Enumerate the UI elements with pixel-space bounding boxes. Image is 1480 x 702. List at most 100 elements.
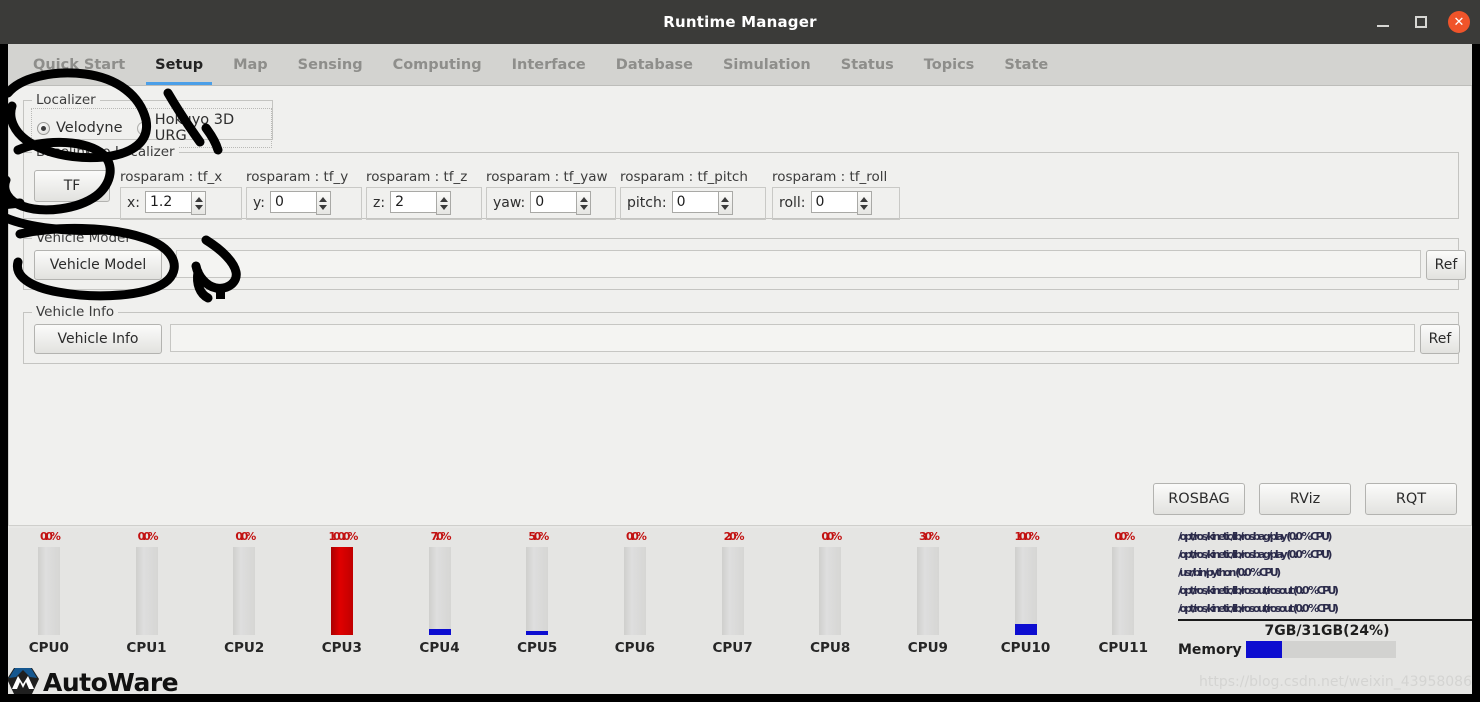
cpu-percent-label: 3.0% xyxy=(919,530,940,543)
tf-field-input[interactable] xyxy=(145,191,192,213)
tf-button[interactable]: TF xyxy=(34,170,110,202)
tab-setup[interactable]: Setup xyxy=(140,44,218,85)
cpu-bar xyxy=(916,547,939,635)
tab-computing[interactable]: Computing xyxy=(378,44,497,85)
tf-field-spinner[interactable] xyxy=(390,191,452,215)
cpu-percent-label: 7.0% xyxy=(430,530,452,543)
tf-field-input[interactable] xyxy=(269,191,316,213)
vehicle-info-ref-button[interactable]: Ref xyxy=(1420,324,1460,354)
cpu-bar-fill xyxy=(1014,623,1037,635)
tab-bar: Quick Start Setup Map Sensing Computing Inter… xyxy=(0,44,1480,86)
window-controls: ✕ xyxy=(1372,0,1470,44)
tf-field-label: x: xyxy=(127,195,141,211)
tf-field-input[interactable] xyxy=(390,191,437,213)
rosbag-button[interactable]: ROSBAG xyxy=(1153,483,1245,515)
vehicle-info-legend: Vehicle Info xyxy=(32,304,119,320)
localizer-radio-label: Hokuyo 3D URG xyxy=(154,112,235,144)
tf-field-input[interactable] xyxy=(530,191,577,213)
localizer-group: Localizer Velodyne Hokuyo 3D URG xyxy=(23,92,273,148)
localizer-radio-hokuyo-3d-urg[interactable]: Hokuyo 3D URG xyxy=(136,112,263,144)
tab-database[interactable]: Database xyxy=(601,44,708,85)
autoware-mark-icon xyxy=(7,668,39,694)
cpu-gauge-cpu6: 0.0% CPU6 xyxy=(586,528,684,664)
bottom-border xyxy=(0,694,1480,702)
vehicle-model-button[interactable]: Vehicle Model xyxy=(34,250,162,280)
spinner-arrows-icon[interactable] xyxy=(315,191,331,215)
tf-field-spinner[interactable] xyxy=(269,191,331,215)
cpu-percent-label: 0.0% xyxy=(626,530,647,543)
tf-field-spinner[interactable] xyxy=(530,191,592,215)
tab-status[interactable]: Status xyxy=(826,44,909,85)
tf-field-spinner[interactable] xyxy=(671,191,733,215)
cpu-bar xyxy=(623,547,646,635)
tf-field-title: rosparam : tf_x xyxy=(120,169,223,185)
cpu-name-label: CPU9 xyxy=(907,640,948,656)
tf-field-tf_pitch: rosparam : tf_pitch pitch: xyxy=(620,169,766,220)
cpu-name-label: CPU6 xyxy=(614,640,655,656)
rqt-button[interactable]: RQT xyxy=(1365,483,1457,515)
resource-monitor: 0.0% CPU0 0.0% CPU1 0.0% CPU2 100.0% CPU3 7.0% CP… xyxy=(0,528,1480,664)
cpu-bar xyxy=(428,547,451,635)
cpu-percent-label: 0.0% xyxy=(39,530,61,543)
tf-field-spinner[interactable] xyxy=(810,191,872,215)
tf-field-box: z: xyxy=(366,187,482,220)
tab-interface[interactable]: Interface xyxy=(497,44,601,85)
tf-field-label: yaw: xyxy=(493,195,526,211)
close-icon[interactable]: ✕ xyxy=(1448,11,1470,33)
vehicle-model-path-input[interactable] xyxy=(176,250,1421,278)
cpu-name-label: CPU7 xyxy=(712,640,753,656)
spinner-arrows-icon[interactable] xyxy=(436,191,452,215)
vehicle-model-group: Vehicle Model Vehicle Model Ref xyxy=(23,230,1466,290)
tab-state[interactable]: State xyxy=(989,44,1063,85)
title-bar: Runtime Manager ✕ xyxy=(0,0,1480,44)
tf-field-tf_x: rosparam : tf_x x: xyxy=(120,169,242,220)
cpu-gauge-cpu11: 0.0% CPU11 xyxy=(1074,528,1172,664)
tf-field-label: z: xyxy=(373,195,386,211)
cpu-gauge-cpu5: 5.0% CPU5 xyxy=(488,528,586,664)
tab-sensing[interactable]: Sensing xyxy=(283,44,378,85)
spinner-arrows-icon[interactable] xyxy=(576,191,592,215)
cpu-bar xyxy=(721,547,744,635)
memory-row: Memory xyxy=(1174,641,1480,658)
tf-field-title: rosparam : tf_y xyxy=(246,169,349,185)
cpu-gauge-cpu7: 2.0% CPU7 xyxy=(684,528,782,664)
cpu-gauge-cpu2: 0.0% CPU2 xyxy=(195,528,293,664)
tab-quick-start[interactable]: Quick Start xyxy=(18,44,140,85)
tab-simulation[interactable]: Simulation xyxy=(708,44,826,85)
radio-dot-icon xyxy=(136,121,149,135)
cpu-gauge-cpu9: 3.0% CPU9 xyxy=(879,528,977,664)
cpu-bar xyxy=(819,547,842,635)
cpu-bar xyxy=(233,547,256,635)
spinner-arrows-icon[interactable] xyxy=(191,191,207,215)
cpu-gauge-cpu1: 0.0% CPU1 xyxy=(98,528,196,664)
tab-topics[interactable]: Topics xyxy=(909,44,990,85)
tf-field-box: y: xyxy=(246,187,362,220)
tf-field-label: y: xyxy=(253,195,265,211)
vehicle-model-ref-button[interactable]: Ref xyxy=(1426,250,1466,280)
spinner-arrows-icon[interactable] xyxy=(856,191,872,215)
process-line: /opt/ros/kinetic/lib/rosbag/play (0.0 %C… xyxy=(1178,548,1332,561)
process-line: /opt/ros/kinetic/lib/rosout/rosout (0.0 … xyxy=(1178,602,1339,615)
rviz-button[interactable]: RViz xyxy=(1259,483,1351,515)
spinner-arrows-icon[interactable] xyxy=(717,191,733,215)
cpu-gauge-cpu10: 10.0% CPU10 xyxy=(977,528,1075,664)
maximize-icon[interactable] xyxy=(1410,11,1432,33)
memory-bar xyxy=(1245,641,1396,658)
right-border xyxy=(1472,44,1480,702)
vehicle-info-path-input[interactable] xyxy=(170,324,1415,352)
minimize-icon[interactable] xyxy=(1372,11,1394,33)
cpu-gauge-cpu8: 0.0% CPU8 xyxy=(781,528,879,664)
vehicle-info-button[interactable]: Vehicle Info xyxy=(34,324,162,354)
process-panel: /opt/ros/kinetic/lib/rosbag/play (0.0 %C… xyxy=(1174,528,1480,664)
watermark-text: https://blog.csdn.net/weixin_43958086 xyxy=(1198,674,1472,690)
tf-field-spinner[interactable] xyxy=(145,191,207,215)
tf-field-input[interactable] xyxy=(810,191,857,213)
cpu-name-label: CPU1 xyxy=(126,640,167,656)
localizer-radio-velodyne[interactable]: Velodyne xyxy=(37,120,123,136)
cpu-percent-label: 2.0% xyxy=(723,530,745,543)
localizer-radio-label: Velodyne xyxy=(56,120,123,136)
tab-map[interactable]: Map xyxy=(218,44,283,85)
tf-field-input[interactable] xyxy=(671,191,718,213)
tf-field-title: rosparam : tf_roll xyxy=(772,169,888,185)
memory-label: Memory xyxy=(1178,641,1242,658)
